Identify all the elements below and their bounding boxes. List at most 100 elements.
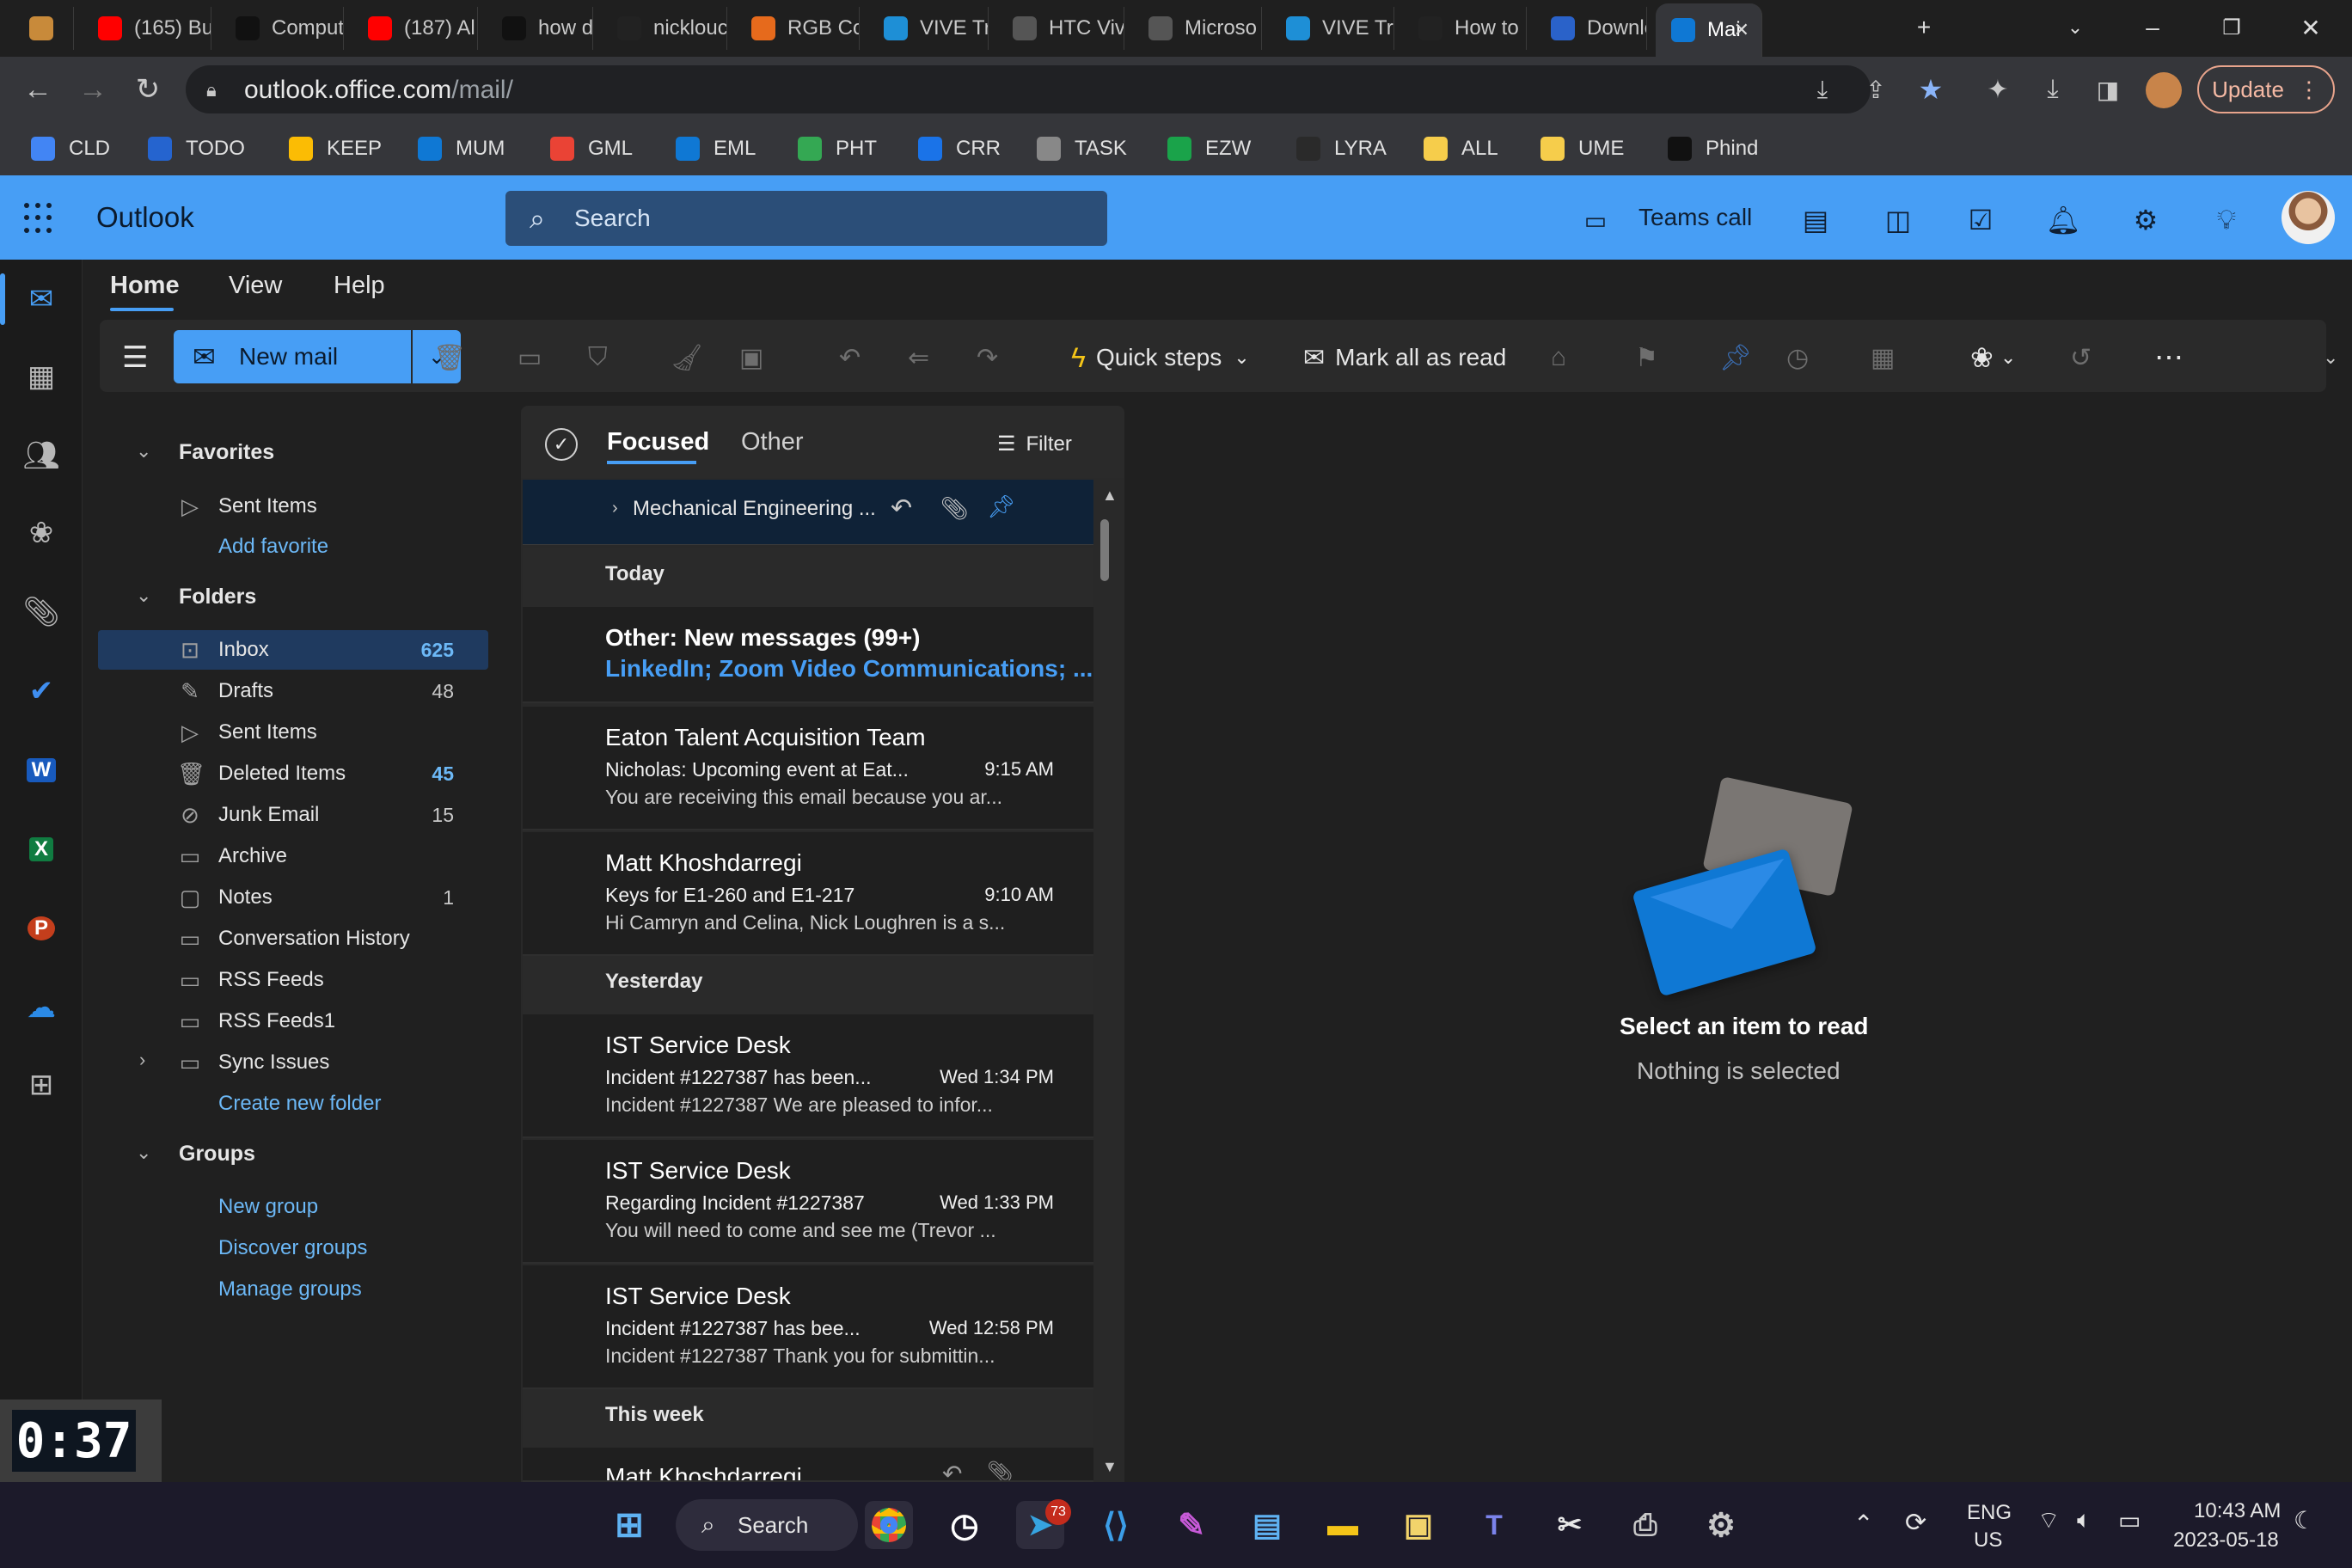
ribbon-expand-chevron-icon[interactable]: ⌄ [2323, 334, 2338, 382]
groups-header[interactable]: Groups [179, 1142, 255, 1167]
folder-notes[interactable]: ▢ Notes 1 [98, 878, 488, 917]
bookmark-item[interactable]: Phind [1668, 129, 1758, 168]
back-arrow-icon[interactable]: ← [17, 69, 58, 110]
search-input[interactable]: ⌕ Search [505, 191, 1107, 246]
chevron-down-icon[interactable]: ⌄ [136, 440, 151, 462]
hamburger-menu-icon[interactable]: ☰ [122, 334, 148, 382]
vscode-icon[interactable]: ⟨⟩ [1092, 1501, 1140, 1549]
other-inbox-summary[interactable]: Other: New messages (99+) LinkedIn; Zoom… [523, 607, 1093, 703]
notepad-icon[interactable]: ▤ [1243, 1501, 1291, 1549]
pin-icon[interactable]: 📌︎ [987, 493, 1015, 520]
lightbulb-icon[interactable]: 💡︎ [2208, 201, 2245, 239]
mail-icon[interactable]: ✉ [21, 279, 62, 320]
scroll-down-icon[interactable]: ▼ [1102, 1458, 1118, 1476]
tab-other[interactable]: Other [741, 428, 804, 456]
bookmark-item[interactable]: CLD [31, 129, 110, 168]
word-icon[interactable]: W [21, 750, 62, 791]
list-item[interactable]: Matt Khoshdarregi ↶ 📎︎ [523, 1448, 1093, 1482]
region-label[interactable]: US [1974, 1528, 2002, 1553]
app-launcher-icon[interactable] [24, 203, 55, 234]
tab-help[interactable]: Help [334, 272, 385, 300]
groups-dropdown-icon[interactable]: ❀ ⌄ [1970, 334, 2016, 382]
bookmark-item[interactable]: PHT [798, 129, 877, 168]
filter-button[interactable]: ☰ Filter [997, 432, 1072, 456]
browser-tab[interactable]: HTC Viv [997, 7, 1124, 50]
teams-call-button[interactable]: Teams call [1638, 204, 1752, 231]
browser-tab[interactable]: How to [1403, 7, 1527, 50]
settings-gear-icon[interactable]: ⚙ [1697, 1501, 1745, 1549]
archive-icon[interactable]: ▭ [518, 334, 542, 382]
create-new-folder-link[interactable]: Create new folder [218, 1092, 381, 1116]
teams-icon[interactable]: T [1470, 1501, 1518, 1549]
wifi-icon[interactable]: ⌔ [2037, 1506, 2060, 1536]
tab-focused[interactable]: Focused [607, 428, 709, 456]
browser-tab[interactable]: VIVE Tra [868, 7, 989, 50]
bookmark-item[interactable]: GML [550, 129, 633, 168]
manage-groups-link[interactable]: Manage groups [218, 1277, 362, 1302]
extensions-icon[interactable]: ✦ [1977, 69, 2018, 110]
profile-avatar[interactable] [2146, 72, 2182, 108]
browser-tab[interactable]: VIVE Tra [1271, 7, 1394, 50]
mark-all-read-button[interactable]: ✉ Mark all as read [1303, 334, 1506, 382]
delete-icon[interactable]: 🗑︎ [433, 334, 466, 382]
close-tab-icon[interactable]: ✕ [1734, 19, 1749, 41]
bookmark-item[interactable]: TASK [1037, 129, 1127, 168]
report-icon[interactable]: ⛉ [588, 334, 608, 382]
folder-drafts[interactable]: ✎ Drafts 48 [98, 671, 488, 711]
bookmark-item[interactable]: UME [1540, 129, 1624, 168]
chrome-icon[interactable] [865, 1501, 913, 1549]
new-group-link[interactable]: New group [218, 1195, 318, 1219]
browser-tab[interactable] [14, 7, 74, 50]
scroll-up-icon[interactable]: ▲ [1102, 487, 1118, 505]
snipping-tool-icon[interactable]: ✂ [1546, 1501, 1594, 1549]
browser-tab[interactable]: (165) Bu [83, 7, 211, 50]
browser-tab[interactable]: (187) Al [352, 7, 478, 50]
reply-all-icon[interactable]: ⇐ [908, 334, 929, 382]
folder-sync-issues[interactable]: ▭ Sync Issues [98, 1043, 488, 1082]
todo-check-icon[interactable]: ✔ [21, 671, 62, 712]
list-item[interactable]: IST Service Desk Incident #1227387 has be… [523, 1014, 1093, 1138]
bookmark-item[interactable]: ALL [1424, 129, 1498, 168]
reply-icon[interactable]: ↶ [891, 493, 912, 524]
browser-tab[interactable]: Downlo [1535, 7, 1647, 50]
bookmark-item[interactable]: KEEP [289, 129, 382, 168]
bookmark-item[interactable]: EML [676, 129, 756, 168]
reply-icon[interactable]: ↶ [839, 334, 861, 382]
snooze-clock-icon[interactable]: ◷ [1786, 334, 1809, 382]
bookmark-item[interactable]: CRR [918, 129, 1001, 168]
account-avatar[interactable] [2282, 191, 2335, 244]
bookmark-item[interactable]: EZW [1167, 129, 1251, 168]
my-day-icon[interactable]: ☑ [1962, 201, 2000, 239]
folder-archive[interactable]: ▭ Archive [98, 836, 488, 876]
more-options-icon[interactable]: ⋯ [2154, 334, 2184, 382]
folder-rss-feeds[interactable]: ▭ RSS Feeds [98, 960, 488, 1000]
office-icon[interactable]: ◫ [1879, 201, 1917, 239]
list-item[interactable]: Matt Khoshdarregi Keys for E1-260 and E1-… [523, 832, 1093, 956]
share-icon[interactable]: ⇪ [1855, 69, 1896, 110]
sticky-notes-icon[interactable]: ▣ [1394, 1501, 1442, 1549]
list-item[interactable]: IST Service Desk Incident #1227387 has be… [523, 1265, 1093, 1389]
taskbar-search[interactable]: ⌕ Search [676, 1499, 858, 1551]
video-camera-icon[interactable]: ▭ [1577, 201, 1614, 239]
bookmark-star-icon[interactable]: ★ [1910, 69, 1951, 110]
undo-icon[interactable]: ↺ [2070, 334, 2092, 382]
chevron-right-icon[interactable]: › [139, 1049, 145, 1071]
favorites-header[interactable]: Favorites [179, 440, 274, 465]
restore-button[interactable]: ❐ [2206, 9, 2257, 46]
add-favorite-link[interactable]: Add favorite [218, 535, 328, 559]
paperclip-icon[interactable]: 📎︎ [21, 591, 62, 633]
install-app-icon[interactable]: ⤓ [1802, 69, 1843, 110]
language-label[interactable]: ENG [1967, 1501, 2012, 1525]
downloads-icon[interactable]: ⤓ [2032, 69, 2073, 110]
quick-steps-button[interactable]: ϟ Quick steps ⌄ [1071, 334, 1250, 382]
pin-icon[interactable]: 📌︎ [1719, 334, 1752, 382]
reload-icon[interactable]: ↻ [127, 69, 168, 110]
excel-icon[interactable]: X [21, 829, 62, 870]
tab-view[interactable]: View [229, 272, 282, 300]
move-to-icon[interactable]: ▣ [739, 334, 763, 382]
browser-tab[interactable]: Comput [220, 7, 344, 50]
discover-groups-link[interactable]: Discover groups [218, 1236, 367, 1260]
bookmark-item[interactable]: TODO [148, 129, 245, 168]
favorite-sent-items[interactable]: ▷ Sent Items [98, 487, 488, 526]
people-icon[interactable]: 👥︎ [21, 435, 62, 476]
